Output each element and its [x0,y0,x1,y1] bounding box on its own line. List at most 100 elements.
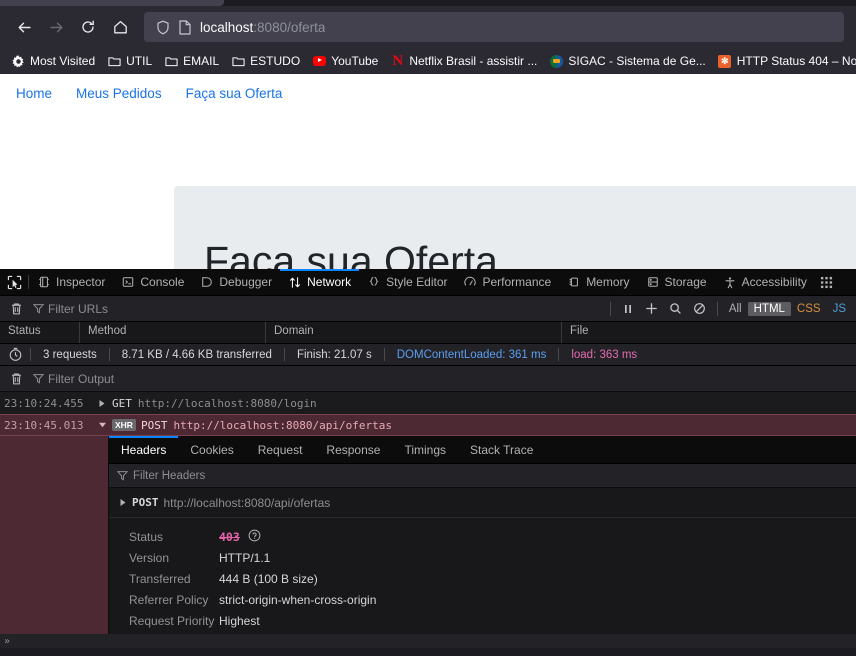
header-label: Transferred [129,571,191,586]
filter-type-js[interactable]: JS [827,302,852,316]
home-button[interactable] [104,11,136,43]
funnel-icon [117,471,128,481]
header-row-referrer-policy: Referrer Policy strict-origin-when-cross… [109,589,856,610]
clear-output-button[interactable] [4,368,28,390]
details-tab-stack-trace[interactable]: Stack Trace [458,436,545,463]
details-tabbar: Headers Cookies Request Response Timings… [109,436,856,464]
tab-console[interactable]: Console [113,269,192,295]
table-row[interactable]: 23:10:45.013 XHR POST http://localhost:8… [0,414,856,436]
bookmarks-toolbar: Most Visited UTIL EMAIL ESTUDO YouTube N [0,48,856,74]
clear-requests-button[interactable] [4,298,28,320]
tab-performance[interactable]: Performance [455,269,559,295]
triangle-right-icon[interactable] [119,498,127,507]
tomcat-favicon: ✼ [718,54,732,68]
expand-chevrons-icon[interactable]: » [4,636,10,647]
folder-icon [164,54,178,68]
column-header-method[interactable]: Method [80,322,266,343]
bookmark-label: YouTube [331,54,379,68]
bookmark-sigac[interactable]: SIGAC - Sistema de Ge... [543,50,711,72]
request-timestamp: 23:10:24.455 [4,396,84,410]
tab-label: Style Editor [386,275,448,289]
column-header-status[interactable]: Status [0,322,80,343]
nav-link-faca-sua-oferta[interactable]: Faça sua Oferta [186,86,283,101]
site-navbar: Home Meus Pedidos Faça sua Oferta [0,74,856,112]
blocking-button[interactable] [688,298,712,320]
triangle-right-icon[interactable] [92,399,112,408]
bookmark-youtube[interactable]: YouTube [306,50,384,72]
details-tab-timings[interactable]: Timings [392,436,458,463]
tab-memory[interactable]: Memory [559,269,637,295]
block-icon [694,303,706,314]
filter-type-html[interactable]: HTML [747,301,791,316]
reload-button[interactable] [72,11,104,43]
tab-label: Network [307,275,352,289]
page-icon[interactable] [174,17,196,37]
header-value: Highest [219,613,260,628]
tab-debugger[interactable]: Debugger [192,269,280,295]
youtube-favicon [312,54,326,68]
star-gear-icon [11,54,25,68]
bookmark-most-visited[interactable]: Most Visited [5,50,101,72]
network-filter-toolbar: Filter URLs All HTML CSS JS [0,296,856,322]
request-method: GET [112,396,132,410]
details-tab-response[interactable]: Response [314,436,392,463]
bookmark-email[interactable]: EMAIL [158,50,225,72]
filter-type-all[interactable]: All [723,302,748,316]
column-header-file[interactable]: File [562,322,856,343]
triangle-down-icon[interactable] [92,421,112,429]
bookmark-estudo[interactable]: ESTUDO [225,50,306,72]
header-row-transferred: Transferred 444 B (100 B size) [109,568,856,589]
bookmark-netflix[interactable]: N Netflix Brasil - assistir ... [384,50,543,72]
storage-icon [646,275,660,289]
column-header-domain[interactable]: Domain [266,322,562,343]
status-code: 403 [219,529,240,544]
tab-accessibility[interactable]: Accessibility [715,269,815,295]
page-viewport: Home Meus Pedidos Faça sua Oferta Faça s… [0,74,856,269]
filter-headers-input[interactable]: Filter Headers [109,464,856,488]
table-row[interactable]: 23:10:24.455 GET http://localhost:8080/l… [0,392,856,414]
headers-rows: Status 403 Version HTTP/1.1 Transferred … [109,518,856,631]
help-icon[interactable] [248,529,261,545]
search-button[interactable] [664,298,688,320]
forward-button[interactable] [40,11,72,43]
nav-link-home[interactable]: Home [16,86,52,101]
url-bar[interactable]: localhost:8080/oferta [144,12,844,42]
more-tools-icon[interactable] [815,269,839,295]
network-summary-bar: 3 requests 8.71 KB / 4.66 KB transferred… [0,344,856,366]
details-request-summary[interactable]: POST http://localhost:8080/api/ofertas [109,488,856,518]
back-button[interactable] [8,11,40,43]
navigation-toolbar: localhost:8080/oferta [0,6,856,48]
nav-link-meus-pedidos[interactable]: Meus Pedidos [76,86,162,101]
tab-storage[interactable]: Storage [638,269,715,295]
active-tab[interactable] [0,0,224,6]
accessibility-icon [723,275,737,289]
bookmark-http-404[interactable]: ✼ HTTP Status 404 – Not ... [712,50,856,72]
pause-button[interactable] [616,298,640,320]
details-tab-request[interactable]: Request [246,436,315,463]
filter-urls-input[interactable]: Filter URLs [29,302,605,316]
sigac-favicon [549,54,563,68]
stopwatch-icon[interactable] [0,347,30,362]
arrow-left-icon [18,22,31,32]
network-icon [288,275,302,289]
header-value: strict-origin-when-cross-origin [219,592,377,607]
element-picker-button[interactable] [0,269,28,295]
filter-output-input[interactable]: Filter Output [29,372,852,386]
tab-style-editor[interactable]: Style Editor [359,269,455,295]
tab-label: Performance [482,275,552,289]
header-label: Request Priority [129,613,215,628]
home-icon [113,20,127,33]
header-value: 444 B (100 B size) [219,571,318,586]
arrow-right-icon [49,22,62,32]
shield-icon[interactable] [152,17,174,37]
console-icon [121,275,135,289]
devtools-panel: Inspector Console Debugger Network Style… [0,269,856,648]
filter-type-css[interactable]: CSS [791,302,827,316]
tab-network[interactable]: Network [280,269,360,295]
details-tab-cookies[interactable]: Cookies [178,436,245,463]
tab-label: Storage [664,275,707,289]
tab-inspector[interactable]: Inspector [29,269,113,295]
new-request-button[interactable] [640,298,664,320]
bookmark-util[interactable]: UTIL [101,50,158,72]
details-tab-headers[interactable]: Headers [109,436,179,463]
